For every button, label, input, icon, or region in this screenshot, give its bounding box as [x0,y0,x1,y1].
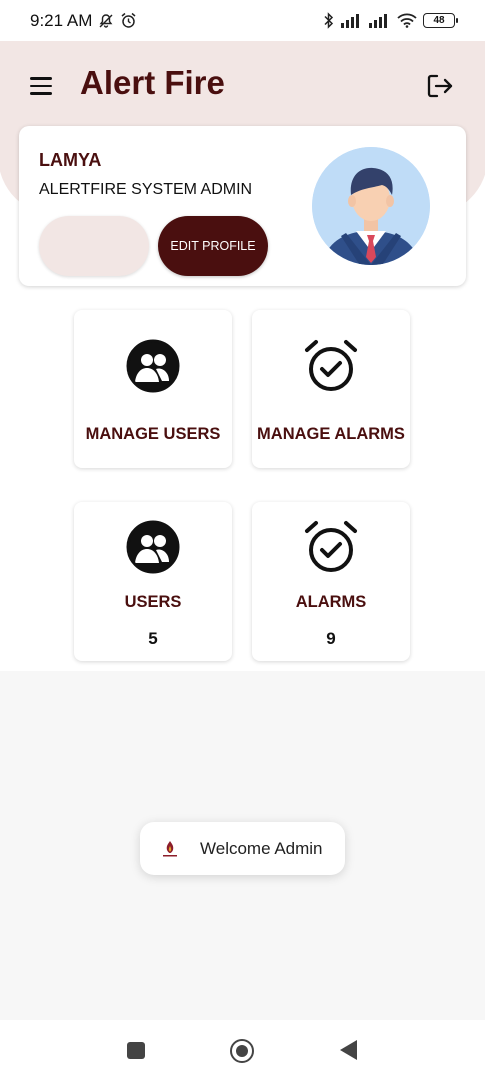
alarms-tile[interactable]: ALARMS 9 [252,502,410,661]
alarm-clock-icon [121,12,136,28]
battery-icon: 48 [423,13,458,28]
profile-name: LAMYA [39,150,102,170]
alarm-check-icon [305,521,357,572]
home-circle-icon[interactable] [230,1039,254,1063]
edit-profile-button[interactable]: EDIT PROFILE [158,216,268,276]
alarms-label: ALARMS [295,593,367,611]
back-triangle-icon[interactable] [340,1040,357,1060]
toast-text: Welcome Admin [200,838,323,858]
wifi-icon [397,13,417,28]
manage-alarms-tile[interactable]: MANAGE ALARMS [252,310,410,468]
profile-role: ALERTFIRE SYSTEM ADMIN [39,181,253,198]
bluetooth-icon [324,12,334,29]
manage-users-tile[interactable]: MANAGE USERS [74,310,232,468]
hamburger-menu-icon [30,77,52,80]
alarms-count: 9 [326,629,336,648]
battery-level: 48 [433,15,445,26]
mute-bell-icon [99,13,113,28]
logout-icon [427,74,453,98]
status-time: 9:21 AM [30,10,93,30]
menu-button[interactable] [30,72,58,100]
users-tile[interactable]: USERS 5 [74,502,232,661]
users-group-icon [126,339,180,393]
app-logo-icon [158,836,182,861]
profile-blank-button[interactable] [39,216,149,276]
users-group-icon [126,520,180,574]
signal-icon [369,13,387,28]
alarm-check-icon [305,340,357,391]
welcome-toast: Welcome Admin [140,822,345,875]
profile-card: LAMYA ALERTFIRE SYSTEM ADMIN EDIT PROFIL… [19,126,466,286]
avatar [312,147,430,265]
app-title: Alert Fire [80,64,225,101]
status-bar: 9:21 AM 48 [0,0,485,41]
manage-alarms-label: MANAGE ALARMS [257,425,405,443]
users-count: 5 [148,629,158,648]
recents-square-icon[interactable] [127,1042,145,1059]
logout-button[interactable] [424,70,456,102]
signal-icon [341,13,359,28]
manage-users-label: MANAGE USERS [85,425,221,443]
businessman-avatar-icon [312,147,430,265]
system-nav-bar [0,1020,485,1080]
users-label: USERS [124,593,182,611]
